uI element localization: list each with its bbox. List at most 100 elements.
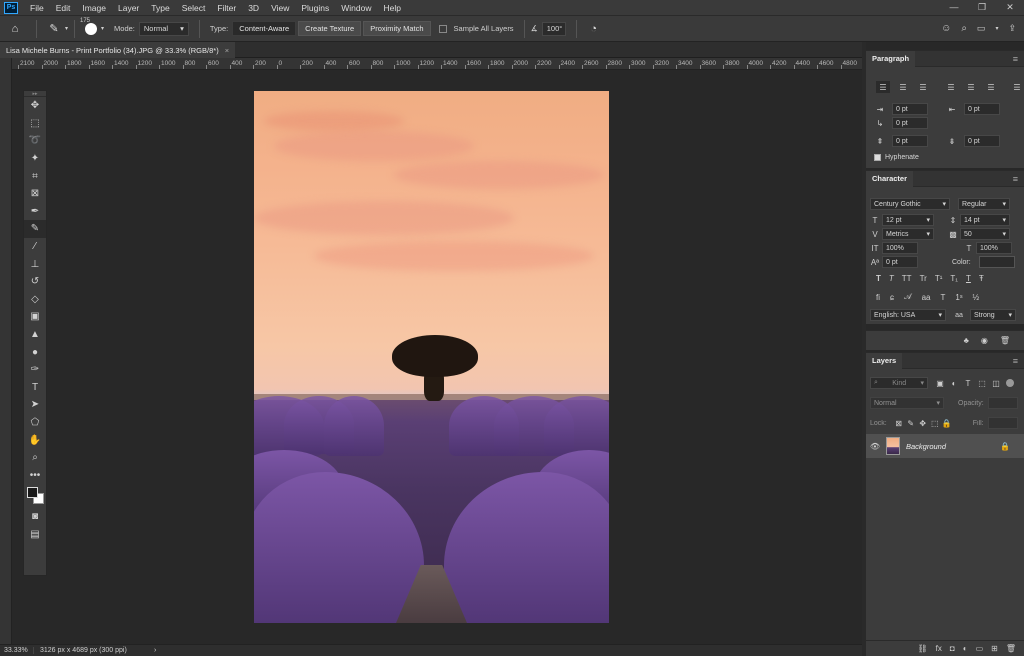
menu-image[interactable]: Image: [76, 0, 112, 16]
chevron-down-icon[interactable]: ▾: [65, 25, 68, 32]
search-icon[interactable]: ⌕: [961, 23, 967, 34]
frame-tool-icon[interactable]: ⊠: [24, 185, 46, 203]
lock-artboard-icon[interactable]: ⬚: [929, 419, 941, 428]
tracking-input[interactable]: 50 ▾: [960, 228, 1010, 240]
proximity-match-button[interactable]: Proximity Match: [363, 21, 431, 36]
space-after-input[interactable]: 0 pt: [964, 135, 1000, 147]
menu-select[interactable]: Select: [176, 0, 212, 16]
type-filter-icon[interactable]: T: [962, 379, 974, 388]
adjustment-layer-icon[interactable]: ◐: [963, 644, 968, 653]
mode-select[interactable]: Normal ▾: [138, 21, 189, 36]
crop-tool-icon[interactable]: ⌗: [24, 167, 46, 185]
clone-stamp-tool-icon[interactable]: ⊥: [24, 255, 46, 273]
path-selection-tool-icon[interactable]: ➤: [24, 396, 46, 414]
paragraph-tab[interactable]: Paragraph: [866, 50, 916, 67]
blur-tool-icon[interactable]: ▲: [24, 326, 46, 344]
baseline-shift-input[interactable]: 0 pt: [882, 256, 918, 268]
color-swatches[interactable]: [24, 484, 46, 508]
trash-icon[interactable]: 🗑: [1000, 336, 1010, 345]
opacity-input[interactable]: [987, 397, 1018, 409]
chevron-down-icon[interactable]: ▾: [101, 25, 104, 32]
brush-preset-picker[interactable]: [85, 22, 98, 35]
screen-mode-icon[interactable]: ▤: [24, 526, 46, 544]
smart-object-filter-icon[interactable]: ◫: [990, 379, 1002, 388]
pixel-filter-icon[interactable]: ▣: [934, 379, 946, 388]
home-icon[interactable]: ⌂: [0, 20, 30, 38]
lasso-tool-icon[interactable]: ➰: [24, 132, 46, 150]
font-family-select[interactable]: Century Gothic ▾: [870, 198, 950, 210]
new-group-icon[interactable]: ▭: [976, 644, 984, 653]
zoom-level[interactable]: 33.33%: [0, 647, 34, 654]
glyphs-icon[interactable]: ♣: [964, 336, 969, 345]
layer-row[interactable]: 👁 Background 🔒: [866, 434, 1024, 458]
minimize-button[interactable]: —: [940, 2, 968, 13]
hyphenate-checkbox[interactable]: [874, 154, 881, 161]
indent-left-input[interactable]: 0 pt: [892, 103, 928, 115]
camera-icon[interactable]: ◉: [981, 336, 988, 345]
brush-tool-icon[interactable]: ⁄: [24, 238, 46, 256]
lock-all-icon[interactable]: 🔒: [941, 419, 953, 428]
menu-edit[interactable]: Edit: [50, 0, 77, 16]
menu-file[interactable]: File: [24, 0, 50, 16]
panel-menu-icon[interactable]: ≡: [1013, 174, 1018, 184]
ligatures-icon[interactable]: ﬁ: [876, 293, 880, 302]
fractions-icon[interactable]: ½: [973, 293, 980, 302]
vertical-scale-input[interactable]: 100%: [882, 242, 918, 254]
marquee-tool-icon[interactable]: ⬚: [24, 115, 46, 133]
document-tab[interactable]: Lisa Michele Burns - Print Portfolio (34…: [0, 42, 236, 58]
menu-layer[interactable]: Layer: [112, 0, 145, 16]
visibility-eye-icon[interactable]: 👁: [870, 442, 880, 451]
angle-input[interactable]: 100°: [541, 21, 566, 36]
status-arrow-icon[interactable]: ›: [154, 647, 156, 654]
add-mask-icon[interactable]: ◘: [950, 644, 955, 653]
chevron-down-icon[interactable]: ▾: [995, 25, 998, 32]
small-caps-icon[interactable]: Tr: [920, 274, 927, 283]
faux-italic-icon[interactable]: T: [889, 274, 894, 283]
kerning-select[interactable]: Metrics ▾: [882, 228, 934, 240]
export-icon[interactable]: ⇪: [1008, 23, 1016, 34]
old-style-icon[interactable]: ɕ: [890, 293, 894, 302]
spot-healing-brush-tool-icon[interactable]: ✎: [24, 220, 46, 238]
menu-window[interactable]: Window: [335, 0, 377, 16]
dodge-tool-icon[interactable]: ●: [24, 343, 46, 361]
create-texture-button[interactable]: Create Texture: [298, 21, 362, 36]
align-left-icon[interactable]: ☰: [876, 81, 890, 93]
menu-type[interactable]: Type: [145, 0, 175, 16]
lock-icon[interactable]: 🔒: [1000, 442, 1010, 451]
more-tools-icon[interactable]: •••: [24, 466, 46, 484]
menu-filter[interactable]: Filter: [211, 0, 242, 16]
font-style-select[interactable]: Regular ▾: [958, 198, 1010, 210]
magic-wand-tool-icon[interactable]: ✦: [24, 150, 46, 168]
shape-tool-icon[interactable]: ⬠: [24, 414, 46, 432]
adjustment-filter-icon[interactable]: ◐: [948, 379, 960, 388]
text-color-swatch[interactable]: [978, 256, 1015, 268]
vertical-ruler[interactable]: [0, 58, 12, 644]
justify-last-center-icon[interactable]: ☰: [964, 83, 978, 92]
character-tab[interactable]: Character: [866, 170, 914, 187]
lock-transparent-icon[interactable]: ⊠: [893, 419, 905, 428]
horizontal-scale-input[interactable]: 100%: [976, 242, 1012, 254]
eraser-tool-icon[interactable]: ◇: [24, 291, 46, 309]
sample-all-layers-checkbox[interactable]: [438, 24, 447, 33]
history-brush-tool-icon[interactable]: ↺: [24, 273, 46, 291]
new-layer-icon[interactable]: ⊞: [991, 644, 998, 653]
filter-toggle[interactable]: [1006, 379, 1014, 387]
justify-all-icon[interactable]: ☰: [1010, 83, 1024, 92]
move-tool-icon[interactable]: ✥: [24, 97, 46, 115]
layer-style-icon[interactable]: fx: [936, 644, 942, 653]
align-center-icon[interactable]: ☰: [896, 83, 910, 92]
eyedropper-tool-icon[interactable]: ✒: [24, 203, 46, 221]
pressure-size-icon[interactable]: ◔: [583, 20, 605, 38]
justify-last-right-icon[interactable]: ☰: [984, 83, 998, 92]
gradient-tool-icon[interactable]: ▣: [24, 308, 46, 326]
justify-last-left-icon[interactable]: ☰: [944, 83, 958, 92]
layer-kind-select[interactable]: ⌕ Kind ▾: [870, 377, 928, 389]
content-aware-button[interactable]: Content-Aware: [232, 21, 297, 36]
foreground-color[interactable]: [27, 487, 38, 499]
close-window-button[interactable]: ✕: [996, 2, 1024, 13]
hand-tool-icon[interactable]: ✋: [24, 431, 46, 449]
maximize-button[interactable]: ❐: [968, 2, 996, 13]
close-icon[interactable]: ×: [225, 46, 229, 55]
align-right-icon[interactable]: ☰: [916, 83, 930, 92]
blend-mode-select[interactable]: Normal ▾: [870, 397, 944, 409]
